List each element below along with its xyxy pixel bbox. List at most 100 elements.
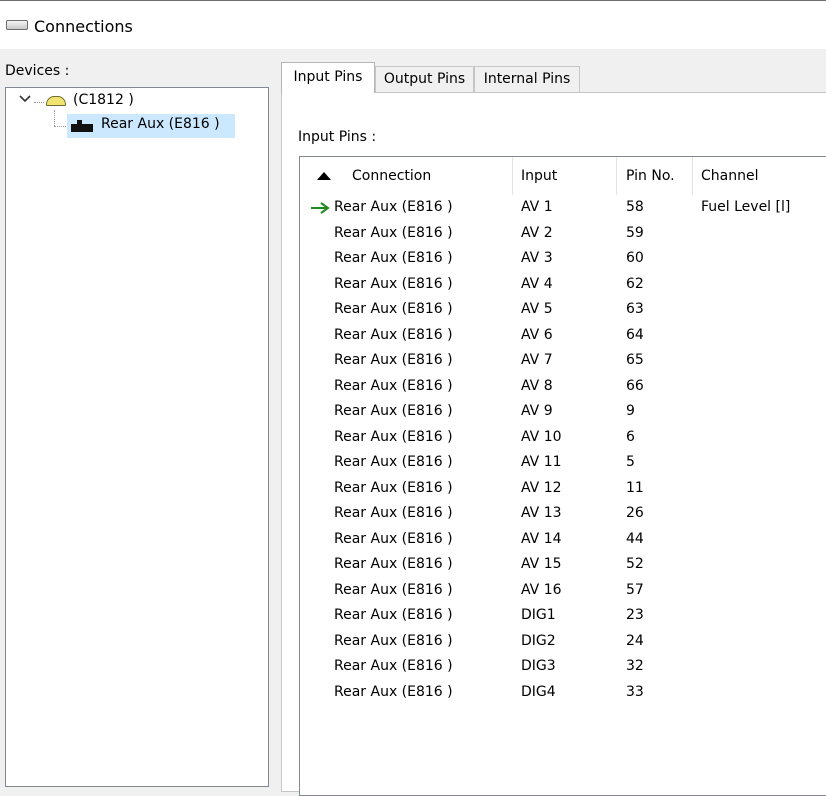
- column-header-pin-no[interactable]: Pin No.: [626, 157, 692, 195]
- input-pins-panel: Input Pins : Connection Input Pin No. Ch…: [281, 92, 826, 796]
- cell-input: AV 13: [521, 505, 562, 521]
- column-header-channel[interactable]: Channel: [701, 157, 826, 195]
- tree-connector: [34, 102, 44, 103]
- cell-channel: Fuel Level [l]: [701, 199, 791, 215]
- connections-window-icon: [6, 20, 28, 30]
- cell-connection: Rear Aux (E816 ): [334, 301, 453, 317]
- table-row[interactable]: Rear Aux (E816 ) AV 6 64: [300, 323, 826, 349]
- table-row[interactable]: Rear Aux (E816 ) AV 13 26: [300, 501, 826, 527]
- devices-label: Devices :: [5, 63, 70, 79]
- tab-output-pins[interactable]: Output Pins: [375, 66, 474, 93]
- cell-input: AV 6: [521, 326, 553, 343]
- table-row[interactable]: Rear Aux (E816 ) DIG3 32: [300, 654, 826, 680]
- cell-connection: Rear Aux (E816 ): [334, 581, 453, 598]
- table-row[interactable]: Rear Aux (E816 ) AV 14 44: [300, 527, 826, 553]
- cell-connection: Rear Aux (E816 ): [334, 479, 453, 496]
- column-divider[interactable]: [512, 157, 513, 195]
- sort-ascending-icon: [317, 172, 331, 180]
- cell-pin-no: 26: [626, 505, 644, 521]
- table-row[interactable]: Rear Aux (E816 ) DIG4 33: [300, 680, 826, 706]
- arrow-right-icon: [311, 202, 330, 214]
- cell-input: AV 11: [521, 454, 562, 470]
- cell-pin-no: 52: [626, 556, 644, 572]
- tree-item-rear-aux[interactable]: Rear Aux (E816 ): [67, 114, 235, 138]
- table-row[interactable]: Rear Aux (E816 ) AV 3 60: [300, 246, 826, 272]
- tree-connector: [54, 110, 55, 126]
- cell-pin-no: 59: [626, 224, 644, 241]
- table-row[interactable]: Rear Aux (E816 ) AV 5 63: [300, 297, 826, 323]
- cell-pin-no: 24: [626, 632, 644, 649]
- title-bar: Connections: [0, 0, 826, 49]
- table-row[interactable]: Rear Aux (E816 ) AV 4 62: [300, 272, 826, 298]
- devices-tree[interactable]: (C1812 ) Rear Aux (E816 ): [5, 87, 269, 787]
- table-row[interactable]: Rear Aux (E816 ) AV 12 11: [300, 476, 826, 502]
- cell-connection: Rear Aux (E816 ): [334, 352, 453, 368]
- cell-input: AV 5: [521, 301, 553, 317]
- cell-input: DIG2: [521, 632, 556, 649]
- cell-input: AV 3: [521, 250, 553, 266]
- window-title: Connections: [34, 17, 133, 36]
- cell-input: AV 12: [521, 479, 562, 496]
- cell-connection: Rear Aux (E816 ): [334, 326, 453, 343]
- cell-pin-no: 5: [626, 454, 635, 470]
- cell-input: AV 4: [521, 275, 553, 292]
- input-pins-label: Input Pins :: [298, 129, 377, 145]
- cell-pin-no: 32: [626, 658, 644, 674]
- cell-connection: Rear Aux (E816 ): [334, 632, 453, 649]
- cell-input: DIG4: [521, 683, 556, 700]
- cell-input: DIG3: [521, 658, 556, 674]
- table-row[interactable]: Rear Aux (E816 ) AV 16 57: [300, 578, 826, 604]
- cell-input: AV 2: [521, 224, 553, 241]
- tab-internal-pins[interactable]: Internal Pins: [474, 66, 580, 93]
- cell-connection: Rear Aux (E816 ): [334, 250, 453, 266]
- cell-pin-no: 63: [626, 301, 644, 317]
- cell-pin-no: 33: [626, 683, 644, 700]
- cell-connection: Rear Aux (E816 ): [334, 683, 453, 700]
- tree-child-label: Rear Aux (E816 ): [101, 116, 220, 132]
- cell-connection: Rear Aux (E816 ): [334, 275, 453, 292]
- tree-connector: [54, 126, 68, 127]
- cell-connection: Rear Aux (E816 ): [334, 199, 453, 215]
- column-header-input[interactable]: Input: [521, 157, 616, 195]
- column-header-connection[interactable]: Connection: [300, 157, 512, 195]
- table-row[interactable]: Rear Aux (E816 ) AV 10 6: [300, 425, 826, 451]
- cell-input: AV 14: [521, 530, 562, 547]
- module-icon: [71, 120, 93, 132]
- cell-pin-no: 62: [626, 275, 644, 292]
- tree-root-label[interactable]: (C1812 ): [73, 92, 134, 108]
- cell-connection: Rear Aux (E816 ): [334, 607, 453, 623]
- cell-input: DIG1: [521, 607, 556, 623]
- cell-connection: Rear Aux (E816 ): [334, 454, 453, 470]
- table-row[interactable]: Rear Aux (E816 ) DIG1 23: [300, 603, 826, 629]
- chevron-down-icon[interactable]: [18, 92, 32, 106]
- table-row[interactable]: Rear Aux (E816 ) DIG2 24: [300, 629, 826, 655]
- table-row[interactable]: Rear Aux (E816 ) AV 11 5: [300, 450, 826, 476]
- cell-connection: Rear Aux (E816 ): [334, 530, 453, 547]
- cell-pin-no: 60: [626, 250, 644, 266]
- cell-connection: Rear Aux (E816 ): [334, 428, 453, 445]
- table-row[interactable]: Rear Aux (E816 ) AV 8 66: [300, 374, 826, 400]
- tab-input-pins[interactable]: Input Pins: [281, 62, 375, 93]
- input-pins-table[interactable]: Connection Input Pin No. Channel Rear Au…: [299, 156, 826, 796]
- cell-pin-no: 23: [626, 607, 644, 623]
- table-row[interactable]: Rear Aux (E816 ) AV 2 59: [300, 221, 826, 247]
- column-divider[interactable]: [616, 157, 617, 195]
- cell-input: AV 8: [521, 377, 553, 394]
- table-header: Connection Input Pin No. Channel: [300, 157, 826, 195]
- cell-pin-no: 65: [626, 352, 644, 368]
- table-row[interactable]: Rear Aux (E816 ) AV 9 9: [300, 399, 826, 425]
- cell-pin-no: 9: [626, 403, 635, 419]
- cell-connection: Rear Aux (E816 ): [334, 505, 453, 521]
- cell-input: AV 16: [521, 581, 562, 598]
- cell-pin-no: 11: [626, 479, 644, 496]
- table-row[interactable]: Rear Aux (E816 ) AV 1 58 Fuel Level [l]: [300, 195, 826, 221]
- cell-pin-no: 57: [626, 581, 644, 598]
- cell-input: AV 1: [521, 199, 553, 215]
- table-row[interactable]: Rear Aux (E816 ) AV 7 65: [300, 348, 826, 374]
- cell-input: AV 9: [521, 403, 553, 419]
- column-divider[interactable]: [692, 157, 693, 195]
- table-row[interactable]: Rear Aux (E816 ) AV 15 52: [300, 552, 826, 578]
- cell-connection: Rear Aux (E816 ): [334, 658, 453, 674]
- controller-icon: [46, 96, 66, 106]
- cell-connection: Rear Aux (E816 ): [334, 224, 453, 241]
